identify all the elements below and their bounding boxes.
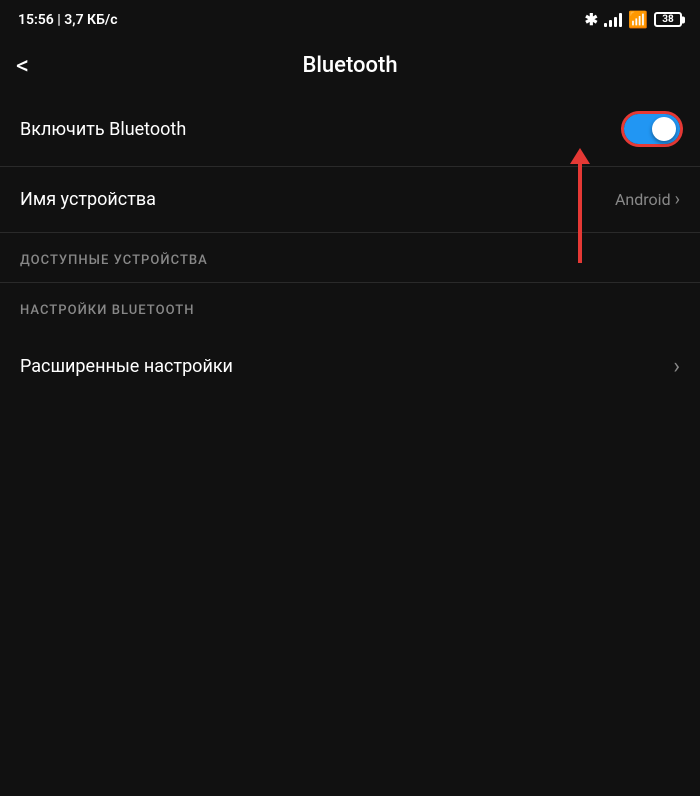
status-speed: 3,7 КБ/с (64, 12, 117, 28)
device-name-row[interactable]: Имя устройства Android › (0, 166, 700, 232)
settings-content: Включить Bluetooth Имя устройства Androi… (0, 92, 700, 401)
page-title: Bluetooth (302, 53, 397, 78)
status-time-speed: 15:56 | 3,7 КБ/с (18, 12, 118, 28)
advanced-settings-row[interactable]: Расширенные настройки › (0, 332, 700, 401)
device-name-chevron-icon: › (675, 189, 680, 210)
advanced-settings-chevron-icon: › (673, 354, 680, 379)
bluetooth-toggle[interactable] (624, 114, 680, 144)
available-devices-section-header: ДОСТУПНЫЕ УСТРОЙСТВА (0, 233, 700, 282)
status-bar: 15:56 | 3,7 КБ/с ✱ 📶 38 (0, 0, 700, 35)
bluetooth-settings-section-header: НАСТРОЙКИ BLUETOOTH (0, 283, 700, 332)
bluetooth-toggle-label: Включить Bluetooth (20, 119, 186, 140)
device-name-label: Имя устройства (20, 189, 156, 210)
wifi-icon: 📶 (628, 10, 648, 29)
bluetooth-status-icon: ✱ (585, 10, 598, 29)
advanced-settings-label: Расширенные настройки (20, 356, 233, 377)
device-name-value: Android (615, 190, 671, 209)
toggle-track (624, 114, 680, 144)
signal-icon (604, 13, 622, 27)
device-name-value-group: Android › (615, 189, 680, 210)
annotation-arrow (570, 148, 590, 263)
status-icons: ✱ 📶 38 (585, 10, 682, 29)
arrow-head-icon (570, 148, 590, 164)
bluetooth-toggle-row: Включить Bluetooth (0, 92, 700, 166)
arrow-shaft (578, 163, 582, 263)
status-time: 15:56 (18, 12, 54, 28)
toggle-thumb (652, 117, 676, 141)
page-header: < Bluetooth (0, 39, 700, 92)
back-button[interactable]: < (16, 53, 29, 79)
battery-icon: 38 (654, 12, 682, 27)
